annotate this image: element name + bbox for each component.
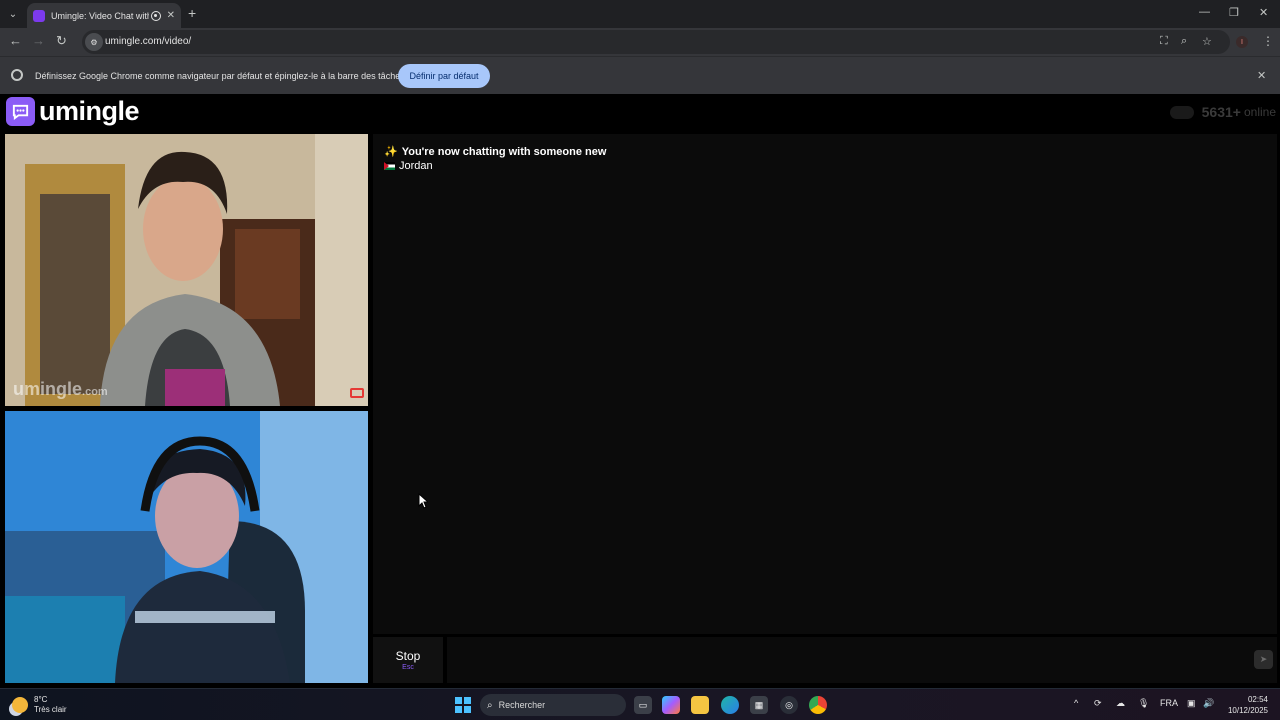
self-video: [5, 411, 368, 683]
start-button-icon[interactable]: [455, 697, 471, 713]
online-counter: 5631+ online: [1169, 104, 1276, 120]
forward-button[interactable]: →: [32, 34, 45, 48]
message-input[interactable]: [447, 637, 1277, 683]
tab-title: Umingle: Video Chat with S: [51, 10, 149, 21]
reload-button[interactable]: ↻: [56, 34, 67, 48]
umingle-watermark: umingle.com: [13, 379, 108, 399]
onedrive-icon[interactable]: ☁: [1116, 698, 1125, 709]
network-icon[interactable]: ▣: [1187, 698, 1196, 709]
umingle-page: umingle 5631+ online umingle.com ✨ You'r…: [0, 94, 1280, 688]
search-label: Rechercher: [498, 700, 546, 710]
recording-indicator-icon: [150, 10, 161, 21]
infobar-close-icon[interactable]: ✕: [1257, 69, 1266, 82]
language-indicator[interactable]: FRA: [1160, 698, 1178, 708]
set-default-button[interactable]: Définir par défaut: [398, 64, 490, 88]
zoom-icon[interactable]: ⌕: [1181, 35, 1187, 48]
task-view-icon[interactable]: ▭: [634, 696, 652, 714]
chrome-taskbar-icon[interactable]: [809, 696, 827, 714]
site-info-icon[interactable]: ⚙: [85, 33, 103, 51]
infobar-message: Définissez Google Chrome comme navigateu…: [35, 71, 405, 81]
back-button[interactable]: ←: [9, 34, 22, 48]
self-video-frame: [5, 411, 368, 683]
browser-tab-strip: ⌄ Umingle: Video Chat with S ✕ + — ❐ ✕: [0, 0, 1280, 28]
send-icon[interactable]: ➤: [1254, 650, 1273, 669]
sparkle-icon: ✨: [384, 146, 398, 158]
report-flag-icon[interactable]: [350, 388, 364, 398]
address-bar[interactable]: ⚙ umingle.com/video/ ⛶ ⌕ ☆: [82, 30, 1230, 54]
tab-search-chevron-icon[interactable]: ⌄: [4, 5, 22, 23]
tray-overflow-icon[interactable]: ^: [1074, 698, 1078, 708]
umingle-logo[interactable]: umingle: [6, 96, 140, 127]
app-icon[interactable]: ◎: [780, 696, 798, 714]
clock-time: 02:54: [1247, 695, 1268, 704]
jordan-flag-icon: [384, 162, 395, 170]
partner-video-frame: [5, 134, 368, 406]
mouse-cursor-icon: [418, 493, 428, 509]
logo-text: umingle: [39, 96, 140, 126]
chat-panel: ✨ You're now chatting with someone new J…: [373, 134, 1277, 634]
weather-temp: 8°C: [34, 695, 48, 704]
system-clock[interactable]: 02:54 10/12/2025: [1222, 694, 1268, 716]
online-count: 5631+: [1201, 104, 1241, 120]
search-icon: ⌕: [487, 699, 493, 711]
copilot-icon[interactable]: [662, 696, 680, 714]
new-tab-button[interactable]: +: [188, 6, 196, 20]
windows-taskbar: 8°C Très clair ⌕ Rechercher ▭ ▦ ◎ ^ ⟳ ☁ …: [0, 688, 1280, 720]
chrome-icon: [11, 69, 23, 81]
profile-avatar[interactable]: I: [1236, 36, 1248, 48]
weather-widget[interactable]: 8°C Très clair: [12, 695, 67, 715]
edge-icon[interactable]: [721, 696, 739, 714]
clock-date: 10/12/2025: [1227, 706, 1268, 715]
system-message: ✨ You're now chatting with someone new: [384, 145, 607, 159]
theme-toggle[interactable]: [1169, 105, 1194, 119]
chat-bubble-logo-icon: [6, 97, 35, 126]
taskbar-search[interactable]: ⌕ Rechercher: [480, 694, 626, 716]
umingle-favicon-icon: [33, 9, 45, 22]
weather-desc: Très clair: [34, 705, 67, 714]
sync-icon[interactable]: ⟳: [1094, 698, 1102, 709]
partner-country: Jordan: [384, 160, 433, 172]
browser-tab-umingle[interactable]: Umingle: Video Chat with S ✕: [27, 3, 181, 28]
stop-shortcut-hint: Esc: [402, 664, 414, 671]
chrome-menu-icon[interactable]: ⋮: [1262, 34, 1274, 48]
default-browser-infobar: Définissez Google Chrome comme navigateu…: [0, 56, 1280, 94]
microphone-icon[interactable]: 🎙: [1138, 698, 1149, 709]
browser-toolbar: ← → ↻ ⚙ umingle.com/video/ ⛶ ⌕ ☆ I ⋮: [0, 28, 1280, 56]
store-icon[interactable]: ▦: [750, 696, 768, 714]
partner-country-name: Jordan: [399, 160, 433, 172]
tab-close-icon[interactable]: ✕: [167, 10, 175, 21]
speaker-icon[interactable]: 🔊: [1203, 698, 1214, 709]
online-label: online: [1243, 105, 1276, 119]
stop-label: Stop: [395, 649, 421, 663]
restore-button[interactable]: ❐: [1229, 6, 1239, 19]
stop-button[interactable]: Stop Esc: [373, 637, 443, 683]
system-message-text: You're now chatting with someone new: [401, 145, 607, 158]
weather-icon: [12, 697, 28, 713]
partner-video: umingle.com: [5, 134, 368, 406]
window-close-button[interactable]: ✕: [1259, 6, 1268, 19]
url-text[interactable]: umingle.com/video/: [105, 36, 191, 47]
translate-icon[interactable]: ⛶: [1160, 35, 1168, 48]
minimize-button[interactable]: —: [1199, 6, 1210, 18]
bookmark-star-icon[interactable]: ☆: [1202, 35, 1212, 48]
file-explorer-icon[interactable]: [691, 696, 709, 714]
chat-controls: Stop Esc ➤: [373, 637, 1277, 683]
